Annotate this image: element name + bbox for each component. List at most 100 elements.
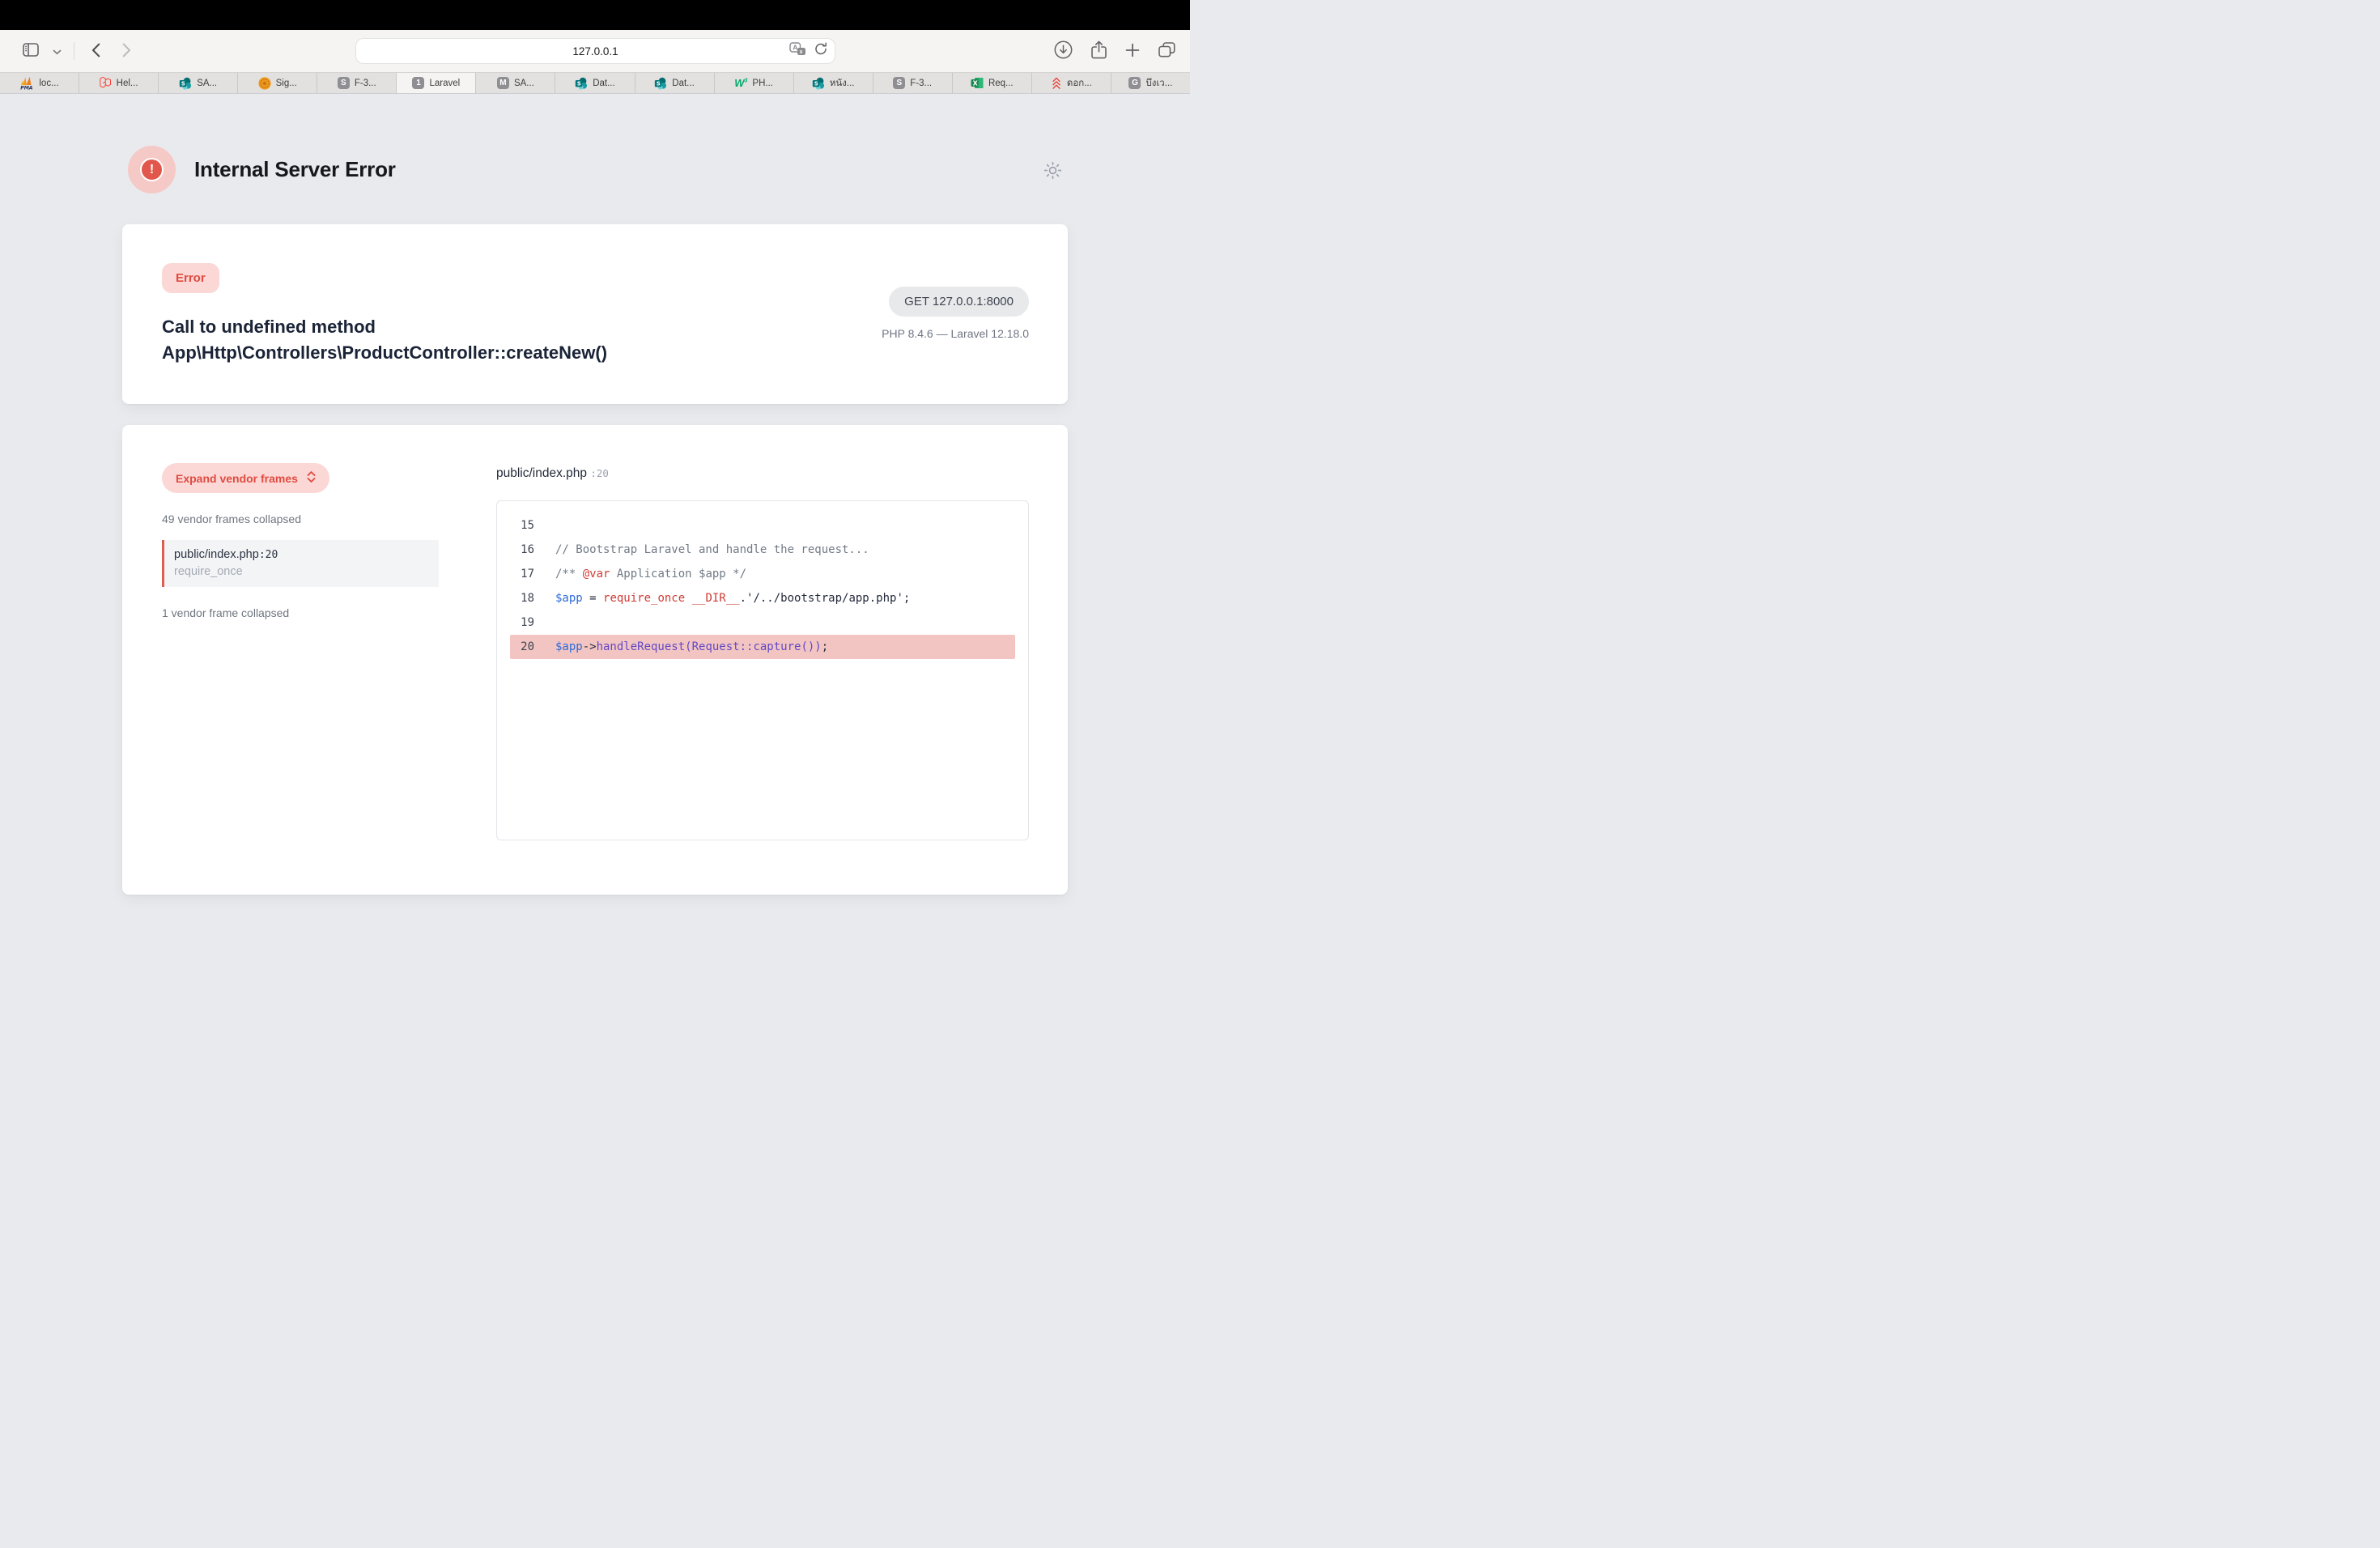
code-line: 16 // Bootstrap Laravel and handle the re… xyxy=(510,538,1015,562)
code-line-highlighted: 20$app->handleRequest(Request::capture()… xyxy=(510,635,1015,659)
chevron-up-down-icon xyxy=(307,470,316,486)
phpmyadmin-icon: PMA xyxy=(19,76,34,90)
sharepoint-icon: S xyxy=(179,77,192,90)
forward-icon xyxy=(122,43,131,60)
page-content: ! Internal Server Error Error GET 127.0.… xyxy=(0,94,1190,774)
code-snippet: 1516 // Bootstrap Laravel and handle the … xyxy=(496,500,1029,840)
reload-icon[interactable] xyxy=(814,42,827,60)
tab-overview-button[interactable] xyxy=(1157,40,1177,62)
sharepoint-icon: S xyxy=(812,77,825,90)
badge-s-icon: S xyxy=(338,77,350,89)
tab-label: ดอก... xyxy=(1067,76,1092,91)
browser-tab[interactable]: W3 PH... xyxy=(715,73,794,93)
code-column: public/index.php :20 1516 // Bootstrap La… xyxy=(496,463,1029,895)
new-tab-button[interactable] xyxy=(1124,41,1141,62)
error-message: Call to undefined method App\Http\Contro… xyxy=(162,314,801,366)
stack-frames-column: Expand vendor frames 49 vendor frames co… xyxy=(162,463,439,895)
svg-text:X: X xyxy=(973,80,979,87)
w3schools-icon: W3 xyxy=(734,78,747,88)
browser-tab[interactable]: S SA... xyxy=(159,73,238,93)
code-file-header: public/index.php :20 xyxy=(496,466,1029,481)
browser-tab[interactable]: ดอก... xyxy=(1032,73,1111,93)
browser-tab[interactable]: MSA... xyxy=(476,73,555,93)
share-icon xyxy=(1091,40,1107,62)
tab-label: Dat... xyxy=(593,79,614,88)
browser-tab[interactable]: X Req... xyxy=(953,73,1032,93)
chevron-down-icon xyxy=(53,45,62,57)
sidebar-toggle-button[interactable] xyxy=(21,41,40,61)
laravel-icon xyxy=(100,77,112,89)
tab-label: Hel... xyxy=(117,79,138,88)
vendor-frame-collapsed-note: 1 vendor frame collapsed xyxy=(162,606,439,619)
forward-button[interactable] xyxy=(121,41,133,62)
browser-tab[interactable]: PMA loc... xyxy=(0,73,79,93)
code-text: $app = require_once __DIR__.'/../bootstr… xyxy=(555,586,910,610)
seal-icon xyxy=(258,77,271,90)
page-title: Internal Server Error xyxy=(194,157,396,182)
tab-label: หนัง... xyxy=(830,76,855,91)
svg-text:PMA: PMA xyxy=(21,85,34,90)
url-bar[interactable]: 127.0.0.1 Ax xyxy=(356,39,835,63)
browser-tab[interactable]: S Dat... xyxy=(555,73,635,93)
sidebar-chevron-button[interactable] xyxy=(51,44,63,59)
code-text: // Bootstrap Laravel and handle the requ… xyxy=(555,538,869,562)
browser-tab[interactable]: S Dat... xyxy=(635,73,715,93)
screen: 127.0.0.1 Ax xyxy=(0,0,1190,774)
badge-s-icon: S xyxy=(893,77,905,89)
tab-label: SA... xyxy=(197,79,217,88)
error-summary-card: Error GET 127.0.0.1:8000 PHP 8.4.6 — Lar… xyxy=(122,224,1068,404)
tab-label: Dat... xyxy=(672,79,694,88)
browser-tab[interactable]: S หนัง... xyxy=(794,73,873,93)
vendor-frames-collapsed-note: 49 vendor frames collapsed xyxy=(162,512,439,525)
svg-text:S: S xyxy=(657,80,661,87)
browser-tab[interactable]: Sig... xyxy=(238,73,317,93)
browser-tab[interactable]: Gบึงเว... xyxy=(1111,73,1190,93)
url-text: 127.0.0.1 xyxy=(572,45,618,57)
expand-vendor-frames-button[interactable]: Expand vendor frames xyxy=(162,463,329,493)
stack-trace-card: Expand vendor frames 49 vendor frames co… xyxy=(122,425,1068,895)
line-number: 20 xyxy=(510,635,534,659)
sun-icon xyxy=(1043,171,1063,183)
line-number: 15 xyxy=(510,513,534,538)
svg-text:A: A xyxy=(793,44,797,52)
line-number: 17 xyxy=(510,562,534,586)
stack-frame-item[interactable]: public/index.php:20 require_once xyxy=(162,540,439,587)
tab-label: SA... xyxy=(514,79,534,88)
sharepoint-icon: S xyxy=(575,77,588,90)
browser-tab[interactable]: SF-3... xyxy=(873,73,953,93)
back-button[interactable] xyxy=(90,41,102,62)
stack-frame-file: public/index.php:20 xyxy=(174,548,429,561)
tab-label: PH... xyxy=(752,79,773,88)
stack-frame-method: require_once xyxy=(174,565,429,578)
tab-label: Laravel xyxy=(429,79,460,88)
macos-menubar xyxy=(0,0,1190,30)
tab-overview-icon xyxy=(1158,42,1175,60)
downloads-button[interactable] xyxy=(1052,39,1074,63)
theme-toggle-button[interactable] xyxy=(1043,160,1063,183)
browser-tab[interactable]: 1 Laravel xyxy=(397,73,476,93)
svg-text:S: S xyxy=(814,80,818,87)
browser-tab[interactable]: S F-3... xyxy=(317,73,397,93)
badge-1-icon: 1 xyxy=(412,77,424,89)
browser-toolbar: 127.0.0.1 Ax xyxy=(0,30,1190,72)
line-number: 19 xyxy=(510,610,534,635)
tab-label: F-3... xyxy=(355,79,376,88)
error-type-badge: Error xyxy=(162,263,219,293)
svg-text:x: x xyxy=(800,49,803,55)
line-number: 16 xyxy=(510,538,534,562)
tab-label: loc... xyxy=(39,79,58,88)
back-icon xyxy=(91,43,100,60)
badge-g-icon: G xyxy=(1128,77,1141,89)
expand-vendor-frames-label: Expand vendor frames xyxy=(176,472,298,485)
svg-text:S: S xyxy=(181,80,185,87)
tab-label: Req... xyxy=(988,79,1014,88)
excel-icon: X xyxy=(971,77,984,89)
share-button[interactable] xyxy=(1090,39,1108,63)
sharepoint-icon: S xyxy=(654,77,667,90)
translate-icon[interactable]: Ax xyxy=(789,42,806,60)
browser-tab[interactable]: Hel... xyxy=(79,73,159,93)
svg-text:S: S xyxy=(577,80,581,87)
error-icon: ! xyxy=(128,146,176,194)
code-line: 17/** @var Application $app */ xyxy=(510,562,1015,586)
code-line: 18$app = require_once __DIR__.'/../boots… xyxy=(510,586,1015,610)
